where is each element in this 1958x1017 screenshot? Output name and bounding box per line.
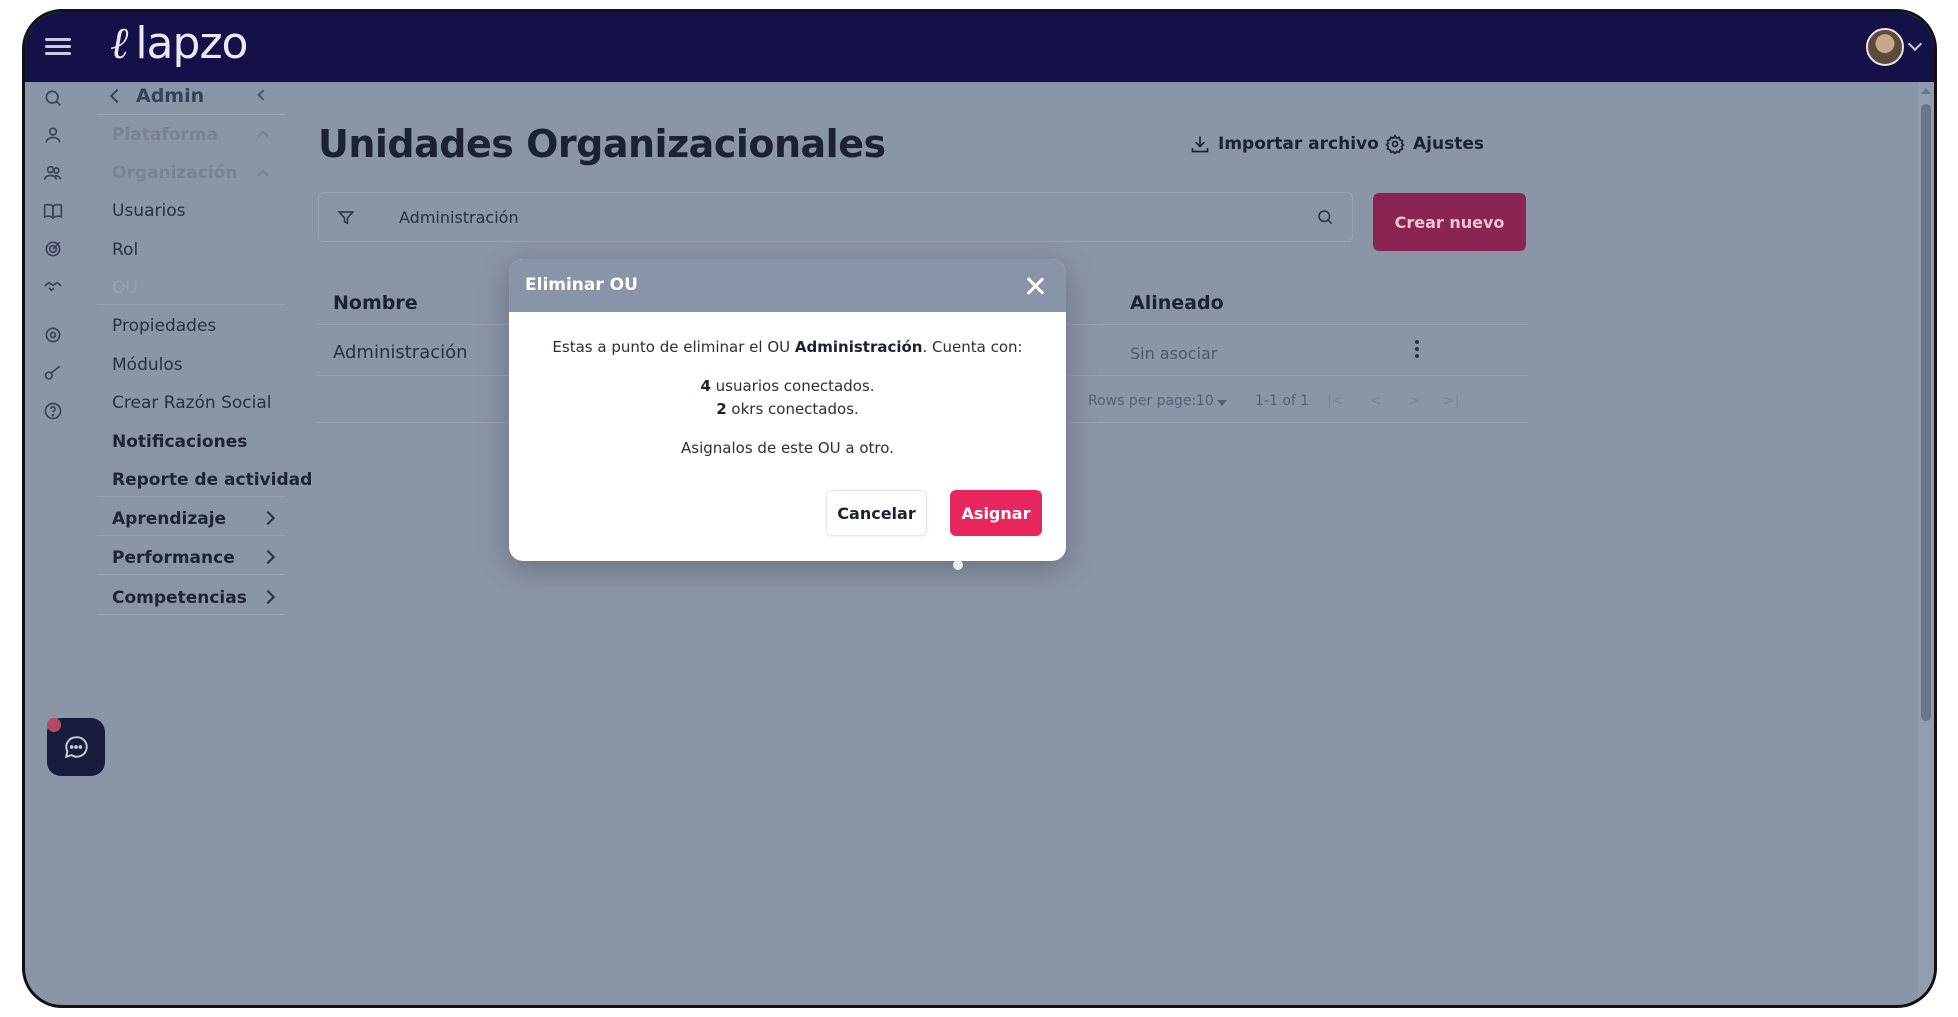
divider — [97, 535, 285, 536]
sidebar-item-plataforma[interactable]: Plataforma — [112, 125, 218, 145]
dialog-users-count: 4 usuarios conectados. — [700, 377, 875, 395]
sidebar-item-notificaciones[interactable]: Notificaciones — [112, 432, 247, 452]
sidebar-back-admin[interactable]: Admin — [109, 85, 205, 107]
rows-per-page-select[interactable]: 10 — [1196, 393, 1214, 409]
divider — [97, 496, 285, 497]
settings-icon[interactable] — [43, 325, 63, 345]
sidebar-item-performance[interactable]: Performance — [112, 548, 235, 568]
divider — [97, 304, 285, 305]
close-icon[interactable] — [1024, 275, 1046, 297]
scroll-up-icon[interactable] — [1921, 88, 1931, 94]
sidebar: Admin Plataforma Organización Usuarios R… — [97, 82, 312, 1005]
sidebar-item-reporte-actividad[interactable]: Reporte de actividad — [112, 470, 312, 490]
users-icon[interactable] — [43, 163, 63, 183]
rows-per-page-label: Rows per page: — [1088, 393, 1197, 409]
icon-rail — [25, 82, 80, 1005]
column-header-nombre[interactable]: Nombre — [333, 292, 418, 314]
import-file-button[interactable]: Importar archivo — [1190, 124, 1379, 164]
collapse-sidebar-icon[interactable] — [257, 89, 269, 101]
app-window: ℓ lapzo Admin Plataforma Organización Usu… — [22, 9, 1937, 1008]
scrollbar[interactable] — [1918, 82, 1934, 1005]
search-icon[interactable] — [43, 88, 63, 108]
user-icon[interactable] — [43, 125, 63, 145]
table-cell-name: Administración — [333, 342, 468, 363]
user-menu[interactable] — [1866, 28, 1923, 66]
search-icon[interactable] — [1316, 208, 1334, 230]
search-bar: Administración — [318, 192, 1353, 242]
cancel-button[interactable]: Cancelar — [826, 490, 927, 536]
hamburger-icon[interactable] — [45, 34, 71, 60]
chevron-right-icon — [260, 589, 276, 605]
chevron-left-icon — [109, 88, 125, 104]
sidebar-item-organizacion[interactable]: Organización — [112, 163, 237, 183]
import-file-label: Importar archivo — [1218, 134, 1379, 154]
settings-button[interactable]: Ajustes — [1385, 124, 1484, 164]
chat-icon — [64, 736, 88, 759]
dialog-okrs-count: 2 okrs conectados. — [716, 400, 859, 418]
dialog-intro: Estas a punto de eliminar el OU Administ… — [552, 338, 1023, 356]
chevron-right-icon — [260, 549, 276, 565]
sidebar-item-ou[interactable]: OU — [112, 278, 138, 298]
prev-page-icon[interactable]: < — [1370, 393, 1382, 409]
assign-button[interactable]: Asignar — [950, 490, 1042, 536]
first-page-icon[interactable]: |< — [1327, 393, 1343, 409]
sidebar-item-usuarios[interactable]: Usuarios — [112, 201, 185, 221]
key-icon[interactable] — [43, 363, 63, 383]
dialog-instruction: Asignalos de este OU a otro. — [681, 439, 894, 457]
column-header-alineado[interactable]: Alineado — [1130, 292, 1224, 314]
chevron-right-icon — [260, 510, 276, 526]
next-page-icon[interactable]: > — [1408, 393, 1420, 409]
sidebar-item-rol[interactable]: Rol — [112, 240, 138, 260]
chevron-up-icon — [257, 130, 269, 142]
book-icon[interactable] — [43, 201, 63, 221]
notification-dot — [47, 718, 61, 732]
download-icon — [1191, 136, 1209, 153]
dialog-header: Eliminar OU — [509, 259, 1066, 312]
divider — [97, 114, 285, 115]
target-icon[interactable] — [43, 239, 63, 259]
last-page-icon[interactable]: >| — [1443, 393, 1459, 409]
handshake-icon[interactable] — [43, 276, 63, 296]
avatar[interactable] — [1866, 28, 1904, 66]
chevron-up-icon — [257, 169, 269, 181]
sidebar-item-competencias[interactable]: Competencias — [112, 588, 247, 608]
dialog-title: Eliminar OU — [525, 275, 638, 295]
search-input[interactable]: Administración — [399, 208, 519, 227]
caret-down-icon — [1217, 400, 1227, 406]
sidebar-item-modulos[interactable]: Módulos — [112, 355, 183, 375]
settings-label: Ajustes — [1413, 134, 1484, 154]
pagination-range: 1-1 of 1 — [1255, 393, 1310, 409]
create-new-button[interactable]: Crear nuevo — [1373, 193, 1526, 251]
divider — [97, 574, 285, 575]
sidebar-item-propiedades[interactable]: Propiedades — [112, 316, 216, 336]
table-cell-aligned: Sin asociar — [1130, 344, 1218, 363]
sidebar-back-label: Admin — [136, 85, 205, 107]
top-bar: ℓ lapzo — [25, 12, 1934, 82]
row-actions-icon[interactable] — [1414, 339, 1420, 359]
gear-icon — [1385, 134, 1405, 154]
delete-ou-dialog: Eliminar OU Estas a punto de eliminar el… — [509, 259, 1066, 561]
app-logo[interactable]: ℓ lapzo — [110, 18, 248, 69]
divider — [97, 614, 285, 615]
filter-button[interactable] — [327, 199, 365, 237]
chevron-down-icon — [1907, 36, 1923, 52]
page-title: Unidades Organizacionales — [318, 122, 886, 166]
filter-icon — [337, 211, 355, 225]
scrollbar-thumb[interactable] — [1921, 104, 1931, 721]
sidebar-item-crear-razon-social[interactable]: Crear Razón Social — [112, 393, 272, 413]
help-icon[interactable] — [43, 401, 63, 421]
sidebar-item-aprendizaje[interactable]: Aprendizaje — [112, 509, 226, 529]
mouse-cursor — [953, 560, 963, 570]
